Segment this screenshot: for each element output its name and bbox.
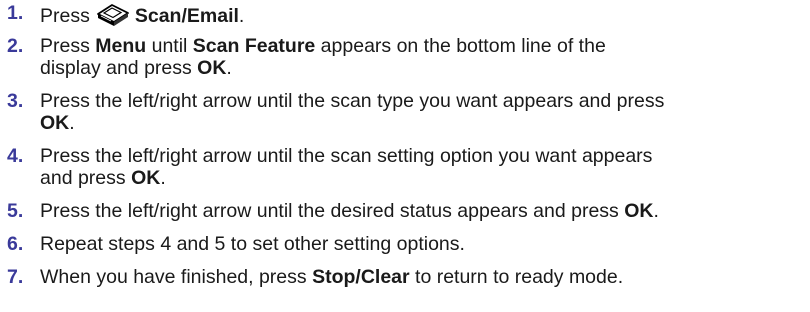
step-1: 1. Press Scan/Email. [0,2,810,28]
step-text: Press the left/right arrow until the des… [40,200,625,222]
step-number: 2. [7,35,24,57]
step-7: 7. When you have finished, press Stop/Cle… [0,266,810,288]
step-6: 6. Repeat steps 4 and 5 to set other sett… [0,233,810,255]
step-text: Press the left/right arrow until the sca… [40,145,653,167]
step-text: When you have finished, press [40,266,313,288]
ok-button-label: OK [131,167,161,189]
step-text: . [69,112,75,134]
instruction-steps: 1. Press Scan/Email. 2. Press Menu until S… [0,0,810,299]
step-text: to return to ready mode. [409,266,624,288]
scan-email-button-label: Scan/Email [134,5,239,27]
step-number: 4. [7,145,24,167]
step-number: 1. [7,2,24,24]
step-text: Press [40,5,90,27]
step-text: Repeat steps 4 and 5 to set other settin… [40,233,465,255]
step-text: until [146,35,193,57]
scanner-icon [95,2,131,28]
ok-button-label: OK [624,200,654,222]
step-text: and press [40,167,132,189]
stop-clear-button-label: Stop/Clear [312,266,410,288]
step-text: Press the left/right arrow until the sca… [40,90,665,112]
step-2: 2. Press Menu until Scan Feature appears … [0,35,810,79]
step-text: display and press [40,57,198,79]
ok-button-label: OK [197,57,227,79]
step-4: 4. Press the left/right arrow until the s… [0,145,810,189]
step-text: Press [40,35,96,57]
step-text: . [226,57,232,79]
step-number: 5. [7,200,24,222]
scan-feature-label: Scan Feature [192,35,316,57]
step-text: . [653,200,659,222]
step-number: 7. [7,266,24,288]
ok-button-label: OK [40,112,70,134]
step-number: 6. [7,233,24,255]
step-text: . [160,167,166,189]
step-3: 3. Press the left/right arrow until the s… [0,90,810,134]
step-text: appears on the bottom line of the [315,35,606,57]
step-number: 3. [7,90,24,112]
step-5: 5. Press the left/right arrow until the d… [0,200,810,222]
step-text: . [238,5,245,27]
menu-button-label: Menu [95,35,147,57]
